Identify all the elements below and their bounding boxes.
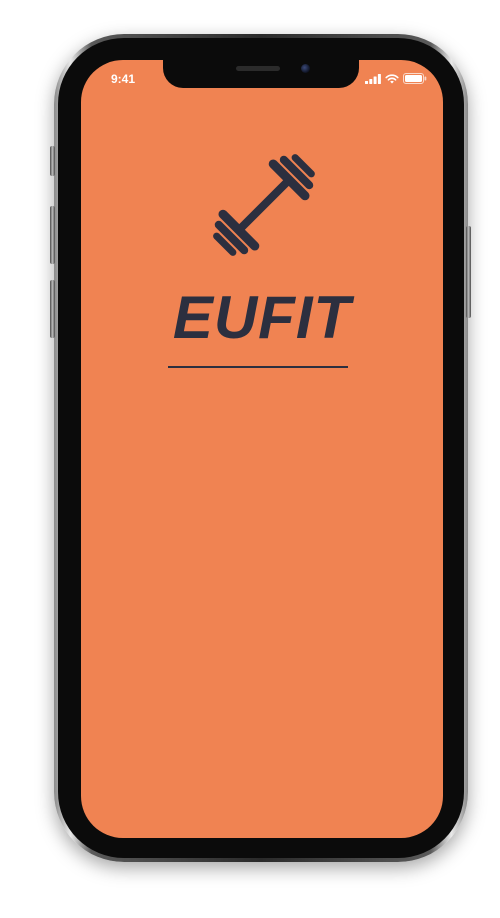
splash-screen: 9:41 EUFIT — [81, 60, 443, 838]
status-time: 9:41 — [111, 72, 136, 86]
battery-icon — [403, 73, 427, 84]
silent-switch — [50, 146, 55, 176]
speaker-grille — [236, 66, 280, 71]
volume-up-button — [50, 206, 55, 264]
power-button — [466, 226, 471, 318]
front-camera — [301, 64, 310, 73]
device-mockup: 9:41 EUFIT — [0, 0, 500, 918]
title-underline — [168, 366, 348, 368]
notch — [163, 60, 359, 88]
barbell-icon — [213, 154, 315, 256]
status-icons — [365, 73, 427, 84]
wifi-icon — [385, 73, 399, 83]
volume-down-button — [50, 280, 55, 338]
cellular-signal-icon — [365, 73, 381, 84]
app-title: EUFIT — [172, 284, 352, 351]
